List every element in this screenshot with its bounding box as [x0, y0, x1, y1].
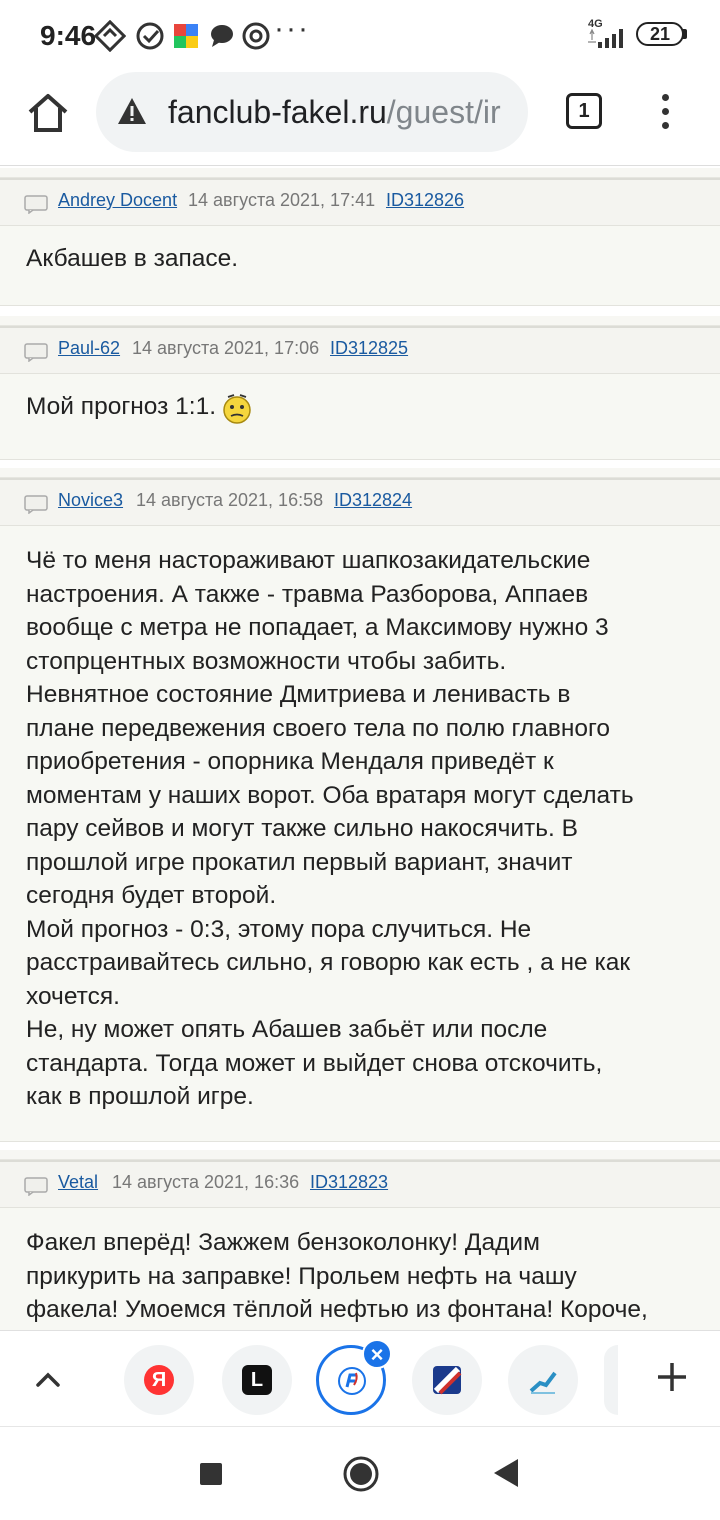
post-id-link[interactable]: ID312825	[330, 338, 408, 359]
post-author[interactable]: Vetal	[58, 1172, 98, 1193]
tab-switcher-button[interactable]: 1	[566, 93, 602, 129]
status-bar: 9:46 ··· 4G 21	[0, 0, 720, 70]
post-separator	[0, 468, 720, 478]
message-icon	[24, 1177, 48, 1196]
close-tab-icon[interactable]: ×	[362, 1339, 392, 1369]
post-body: Чё то меня настораживают шапкозакидатель…	[0, 526, 720, 1142]
post-id-link[interactable]: ID312826	[386, 190, 464, 211]
signal-icon	[588, 28, 623, 48]
post-body: Факел вперёд! Зажжем бензоколонку! Дадим…	[0, 1208, 720, 1330]
tab-striped[interactable]	[412, 1345, 482, 1415]
yandex-icon: Я	[144, 1365, 174, 1395]
message-icon	[24, 343, 48, 362]
url-path: /guest/ir	[386, 94, 501, 130]
app-notification-icon	[94, 20, 126, 52]
tab-chart[interactable]	[508, 1345, 578, 1415]
menu-dot	[661, 94, 669, 101]
tab-yandex[interactable]: Я	[124, 1345, 194, 1415]
screen: 9:46 ··· 4G 21 fanclub-fakel.ru/guest/ir…	[0, 0, 720, 1520]
more-notifications-icon: ···	[274, 12, 310, 45]
post-id-link[interactable]: ID312824	[334, 490, 412, 511]
warning-icon[interactable]	[116, 96, 148, 126]
back-triangle-icon[interactable]	[492, 1457, 520, 1489]
chart-icon	[529, 1371, 557, 1394]
post-date: 14 августа 2021, 17:06	[132, 338, 320, 358]
chat-bubble-icon	[211, 25, 233, 47]
fakel-icon	[338, 1367, 366, 1395]
post-text-content: Мой прогноз 1:1.	[26, 393, 217, 420]
url-host: fanclub-fakel.ru	[168, 94, 387, 130]
browser-menu-button[interactable]	[650, 90, 680, 138]
home-icon[interactable]	[22, 88, 74, 140]
post-text: Чё то меня настораживают шапкозакидатель…	[26, 547, 634, 1110]
post-text: Факел вперёд! Зажжем бензоколонку! Дадим…	[26, 1229, 648, 1323]
colorful-app-icon	[174, 24, 198, 48]
message-icon	[24, 195, 48, 214]
post-author[interactable]: Paul-62	[58, 338, 120, 359]
post-body: Акбашев в запасе.	[0, 226, 720, 306]
post-date: 14 августа 2021, 16:58	[136, 490, 324, 510]
post-body: Мой прогноз 1:1.	[0, 374, 720, 460]
post-id-link[interactable]: ID312823	[310, 1172, 388, 1193]
l-icon: L	[242, 1365, 272, 1395]
post-separator	[0, 1150, 720, 1160]
menu-dot	[661, 122, 669, 129]
chevron-up-icon[interactable]	[30, 1361, 66, 1397]
post-header: Novice3 14 августа 2021, 16:58 ID312824	[0, 468, 720, 526]
home-circle-icon[interactable]	[342, 1455, 380, 1493]
status-time: 9:46	[40, 20, 97, 51]
url-text[interactable]: fanclub-fakel.ru/guest/ir	[168, 94, 501, 131]
post-author[interactable]: Novice3	[58, 490, 123, 511]
post-header: Paul-62 14 августа 2021, 17:06 ID312825	[0, 316, 720, 374]
post-author[interactable]: Andrey Docent	[58, 190, 177, 211]
battery-nub	[683, 29, 687, 39]
post-separator	[0, 168, 720, 178]
post-header: Andrey Docent 14 августа 2021, 17:41 ID3…	[0, 168, 720, 226]
post-text: Акбашев в запасе.	[26, 245, 239, 272]
address-bar[interactable]: fanclub-fakel.ru/guest/ir	[96, 72, 528, 152]
system-nav-bar	[0, 1426, 720, 1520]
striped-icon	[433, 1366, 462, 1395]
guestbook-content: Andrey Docent 14 августа 2021, 17:41 ID3…	[0, 166, 720, 1330]
browser-toolbar: fanclub-fakel.ru/guest/ir 1	[0, 70, 720, 166]
tab-strip: Я L ×	[0, 1330, 720, 1426]
post-text: Мой прогноз 1:1.	[26, 390, 706, 425]
post-date: 14 августа 2021, 16:36	[112, 1172, 300, 1192]
menu-dot	[661, 108, 669, 115]
message-icon	[24, 495, 48, 514]
battery-indicator: 21	[636, 22, 684, 46]
post-date: 14 августа 2021, 17:41	[188, 190, 376, 210]
post-header: Vetal 14 августа 2021, 16:36 ID312823	[0, 1150, 720, 1208]
recents-icon[interactable]	[200, 1463, 222, 1485]
tab-l[interactable]: L	[222, 1345, 292, 1415]
tab-partial[interactable]	[604, 1345, 618, 1415]
check-circle-icon	[136, 22, 164, 50]
chrome-icon	[242, 22, 270, 50]
add-tab-icon[interactable]	[654, 1359, 690, 1395]
post-separator	[0, 316, 720, 326]
thinking-smiley-icon	[223, 393, 251, 424]
